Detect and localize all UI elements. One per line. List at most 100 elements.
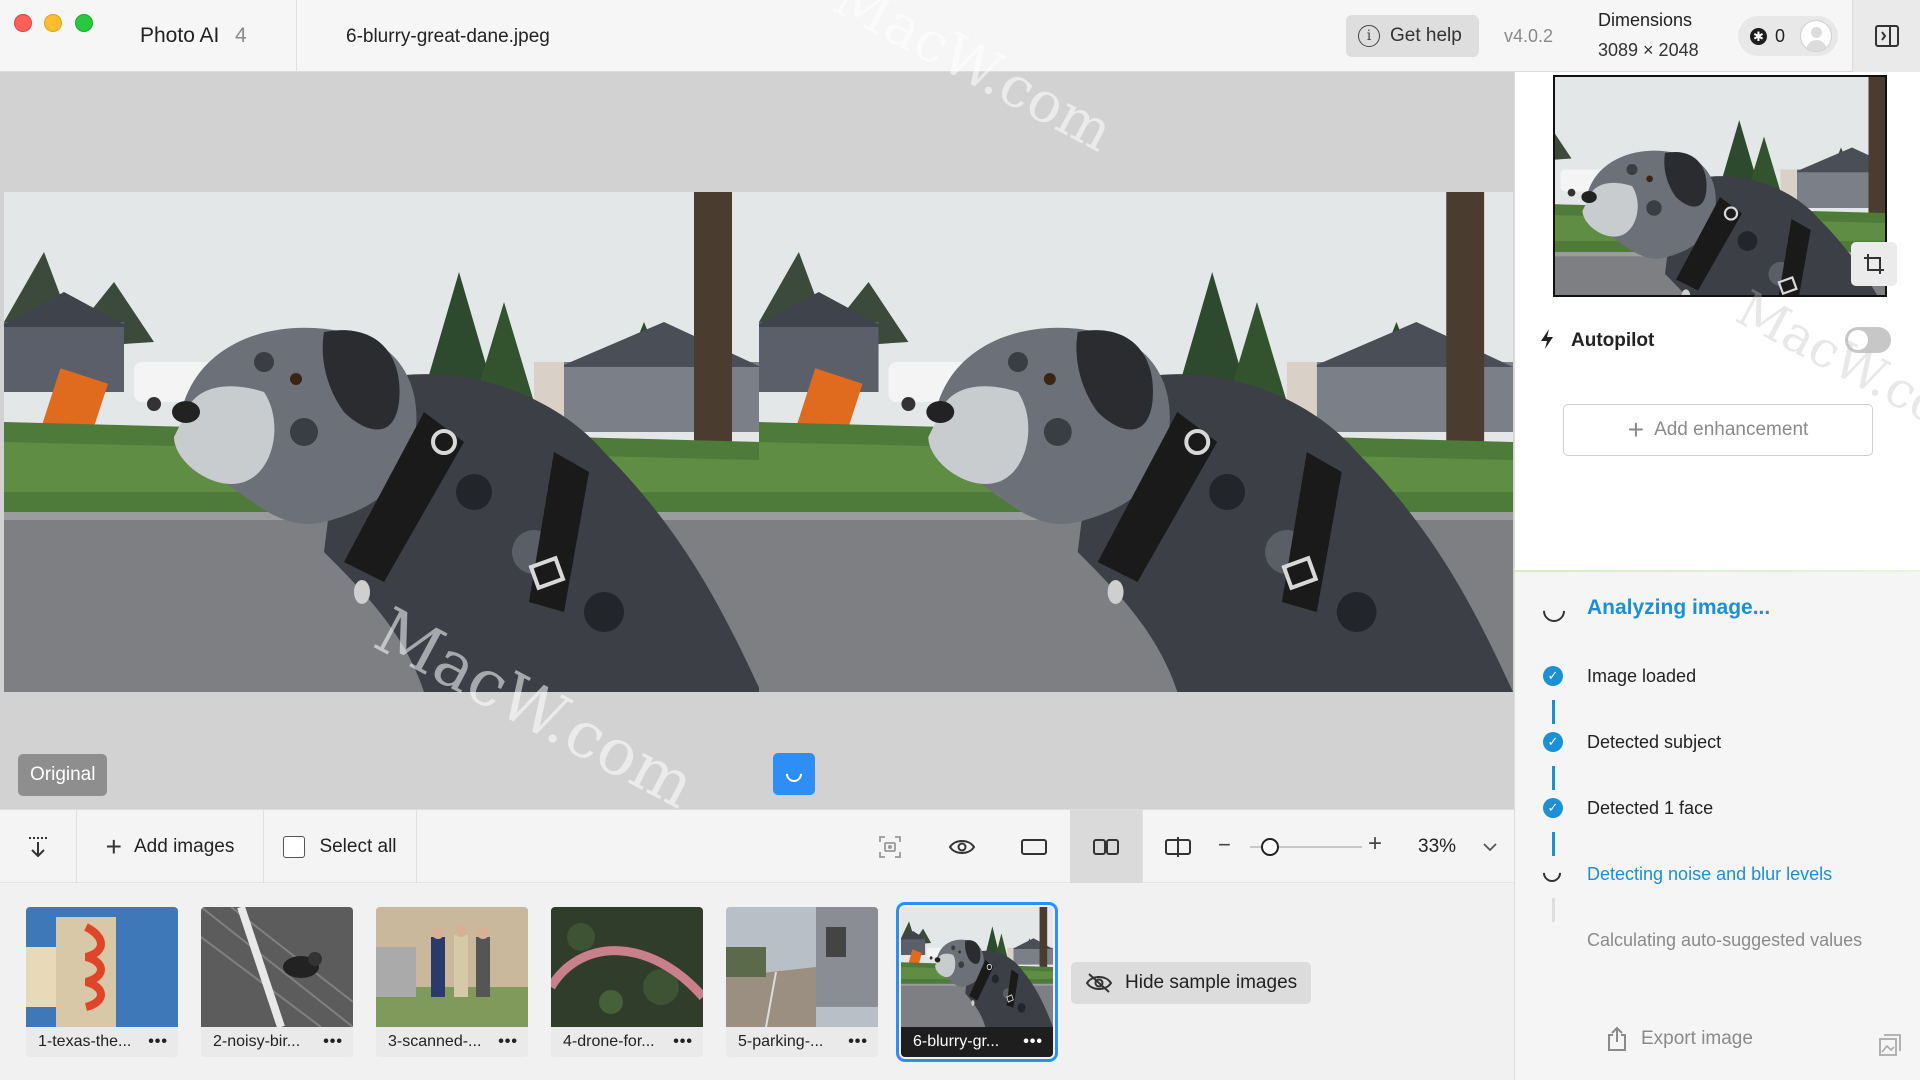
zoom-in-button[interactable]: +	[1368, 830, 1382, 858]
select-all-checkbox[interactable]: Select all	[264, 810, 416, 884]
step-connector	[1552, 700, 1555, 724]
avatar[interactable]	[1800, 20, 1832, 52]
more-options-button[interactable]: •••	[498, 1033, 518, 1051]
check-icon: ✓	[1543, 732, 1563, 752]
title-bar: Photo AI 4 6-blurry-great-dane.jpeg i Ge…	[0, 0, 1920, 72]
progress-line	[1515, 570, 1920, 572]
analyzing-title: Analyzing image...	[1587, 596, 1771, 619]
thumbnail-name: 4-drone-for...	[563, 1033, 655, 1050]
download-button[interactable]	[0, 810, 76, 884]
thumbnail-name: 5-parking-...	[738, 1033, 824, 1050]
bolt-icon	[1541, 329, 1553, 349]
dimensions-value: 3089 × 2048	[1598, 40, 1699, 60]
preview-toggle-button[interactable]	[926, 810, 998, 884]
navigator-preview[interactable]	[1553, 75, 1887, 297]
thumbnail-label: 5-parking-... •••	[726, 1027, 878, 1057]
thumbnail[interactable]: 3-scanned-... •••	[376, 907, 528, 1057]
step-connector	[1552, 832, 1555, 856]
add-images-button[interactable]: + Add images	[77, 810, 263, 884]
hide-sample-images-label: Hide sample images	[1125, 972, 1298, 993]
thumbnail-selected[interactable]: 6-blurry-gr... •••	[896, 902, 1058, 1062]
zoom-dropdown-button[interactable]	[1470, 810, 1510, 884]
autopilot-section: Autopilot + Add enhancement MacW.com	[1515, 279, 1920, 572]
zoom-slider-knob[interactable]	[1261, 838, 1280, 856]
check-icon: ✓	[1543, 666, 1563, 686]
side-by-side-view-button[interactable]	[1070, 810, 1142, 884]
download-icon	[29, 837, 47, 858]
step-connector	[1552, 766, 1555, 790]
info-icon: i	[1358, 25, 1380, 47]
plus-icon: +	[1627, 414, 1645, 445]
eye-off-icon	[1085, 973, 1113, 993]
gallery-icon[interactable]	[1877, 1032, 1903, 1058]
crop-button[interactable]	[1851, 242, 1897, 286]
get-help-button[interactable]: i Get help	[1346, 15, 1479, 57]
app-version-badge: 4	[235, 24, 247, 47]
autopilot-toggle[interactable]	[1845, 327, 1891, 353]
app-name: Photo AI	[140, 24, 220, 47]
side-by-side-icon	[1093, 839, 1119, 855]
thumbnail-name: 3-scanned-...	[388, 1033, 482, 1050]
single-view-icon	[1021, 839, 1047, 855]
thumbnail-name: 6-blurry-gr...	[913, 1033, 1000, 1050]
filmstrip: 1-texas-the... ••• 2-noisy-bir... ••• 3-…	[0, 883, 1514, 1080]
screenshot-icon	[879, 836, 901, 858]
more-options-button[interactable]: •••	[148, 1033, 168, 1051]
thumbnail-label: 1-texas-the... •••	[26, 1027, 178, 1057]
step-label: Detected 1 face	[1587, 798, 1714, 818]
sidebar-toggle-icon	[1874, 25, 1899, 47]
add-enhancement-button[interactable]: + Add enhancement	[1563, 404, 1873, 456]
bottom-toolbar: + Add images Select all − + 33%	[0, 809, 1514, 884]
toolbar-divider	[416, 810, 417, 884]
select-all-label: Select all	[319, 836, 397, 857]
image-canvas[interactable]: MacW.com MacW.com Original	[0, 0, 1514, 824]
credits-count: 0	[1775, 25, 1786, 46]
right-panel: Autopilot + Add enhancement MacW.com Ana…	[1514, 72, 1920, 1080]
split-view-icon	[1165, 837, 1191, 857]
crop-icon	[1864, 254, 1884, 274]
file-name: 6-blurry-great-dane.jpeg	[346, 26, 550, 47]
hide-sample-images-button[interactable]: Hide sample images	[1071, 962, 1312, 1004]
step-label: Detected subject	[1587, 732, 1722, 752]
sidebar-toggle-button[interactable]	[1852, 0, 1920, 72]
more-options-button[interactable]: •••	[848, 1033, 868, 1051]
more-options-button[interactable]: •••	[1023, 1033, 1043, 1051]
check-icon: ✓	[1543, 798, 1563, 818]
eye-icon	[948, 840, 976, 854]
thumbnail-label: 2-noisy-bir... •••	[201, 1027, 353, 1057]
loading-spinner-icon	[1539, 860, 1565, 886]
export-image-label: Export image	[1641, 1028, 1753, 1049]
export-image-button[interactable]: Export image	[1605, 1026, 1753, 1052]
more-options-button[interactable]: •••	[323, 1033, 343, 1051]
thumbnail[interactable]: 5-parking-... •••	[726, 907, 878, 1057]
coin-icon: ✱	[1750, 27, 1767, 45]
close-window-button[interactable]	[14, 14, 32, 32]
title-divider	[296, 0, 297, 72]
minimize-window-button[interactable]	[44, 14, 62, 32]
split-view-button[interactable]	[1143, 810, 1213, 884]
zoom-out-button[interactable]: −	[1218, 832, 1231, 858]
export-icon	[1608, 1026, 1626, 1051]
screenshot-button[interactable]	[854, 810, 926, 884]
original-label: Original	[18, 754, 108, 796]
thumbnail-name: 1-texas-the...	[38, 1033, 132, 1050]
thumbnail[interactable]: 4-drone-for... •••	[551, 907, 703, 1057]
add-enhancement-label: Add enhancement	[1654, 419, 1809, 440]
single-view-button[interactable]	[998, 810, 1070, 884]
zoom-value: 33%	[1418, 836, 1457, 857]
step-label-pending: Calculating auto-suggested values	[1587, 930, 1863, 950]
comparison-handle[interactable]	[773, 753, 815, 795]
thumbnail[interactable]: 2-noisy-bir... •••	[201, 907, 353, 1057]
thumbnail-label: 4-drone-for... •••	[551, 1027, 703, 1057]
thumbnail-label: 3-scanned-... •••	[376, 1027, 528, 1057]
more-options-button[interactable]: •••	[673, 1033, 693, 1051]
get-help-label: Get help	[1390, 25, 1462, 46]
step-label-active: Detecting noise and blur levels	[1587, 864, 1833, 884]
checkbox[interactable]	[283, 836, 306, 858]
zoom-window-button[interactable]	[75, 14, 93, 32]
thumbnail[interactable]: 1-texas-the... •••	[26, 907, 178, 1057]
navigator	[1515, 72, 1920, 300]
credits-button[interactable]: ✱ 0	[1738, 16, 1838, 56]
loading-spinner-icon	[782, 762, 806, 786]
enhanced-image	[759, 192, 1513, 692]
